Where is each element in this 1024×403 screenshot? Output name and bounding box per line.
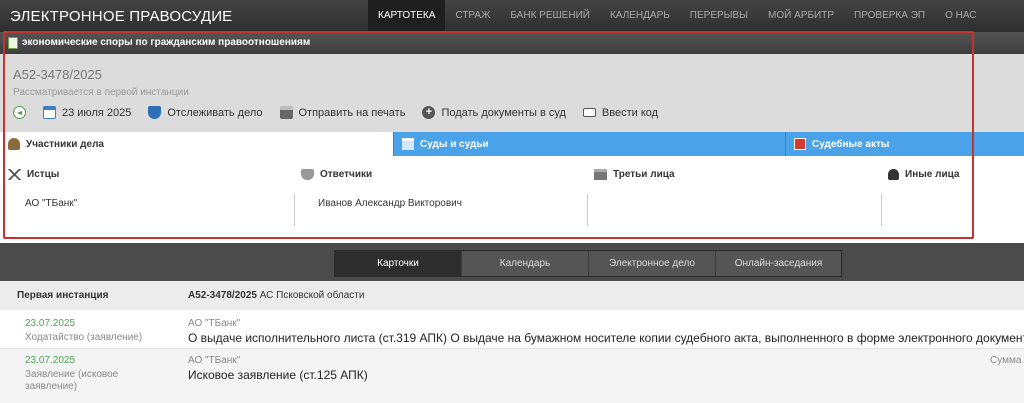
- printer-icon: [279, 106, 293, 119]
- third-parties-label: Третьи лица: [613, 169, 675, 180]
- date-button[interactable]: 23 июля 2025: [43, 106, 131, 119]
- shield-icon: [148, 106, 162, 119]
- submit-documents-button[interactable]: + Подать документы в суд: [422, 106, 566, 119]
- nav-item-about[interactable]: О НАС: [935, 0, 986, 32]
- case-header: А52-3478/2025 Рассматривается в первой и…: [0, 54, 1024, 132]
- pdf-icon: [794, 138, 806, 150]
- defendants-column: Ответчики Иванов Александр Викторович: [296, 156, 588, 241]
- instance-case: А52-3478/2025 АС Псковской области: [188, 290, 364, 301]
- defendant-name[interactable]: Иванов Александр Викторович: [318, 198, 462, 209]
- tab-participants-label: Участники дела: [26, 138, 104, 150]
- person-icon: [8, 138, 20, 150]
- plus-circle-icon: +: [422, 106, 436, 119]
- nav-item-moy-arbitr[interactable]: МОЙ АРБИТР: [758, 0, 844, 32]
- tab-courts-judges[interactable]: Суды и судьи: [393, 132, 785, 156]
- parties-panel: Истцы АО "ТБанк" Ответчики Иванов Алекса…: [0, 156, 1024, 241]
- defendants-header: Ответчики: [301, 169, 372, 180]
- instance-court: АС Псковской области: [259, 290, 365, 301]
- case-tabs: Участники дела Суды и судьи Судебные акт…: [0, 132, 1024, 156]
- plaintiffs-column: Истцы АО "ТБанк": [0, 156, 296, 241]
- courthouse-icon: [402, 138, 414, 150]
- keyboard-icon: [582, 108, 596, 117]
- event-row[interactable]: 23.07.2025 Заявление (исковое заявление)…: [0, 349, 1024, 403]
- nav-item-bank-resheniy[interactable]: БАНК РЕШЕНИЙ: [500, 0, 600, 32]
- case-toolbar: 23 июля 2025 Отслеживать дело Отправить …: [13, 106, 675, 119]
- event-type: Ходатайство (заявление): [25, 332, 143, 343]
- view-switch-tabs: Карточки Календарь Электронное дело Онла…: [334, 250, 842, 277]
- nav-item-pereryvy[interactable]: ПЕРЕРЫВЫ: [680, 0, 758, 32]
- building-icon: [594, 169, 607, 180]
- plaintiffs-header: Истцы: [8, 169, 59, 180]
- track-case-label: Отслеживать дело: [167, 106, 263, 119]
- back-button[interactable]: [13, 106, 26, 119]
- instance-label: Первая инстанция: [17, 290, 109, 301]
- calendar-icon: [43, 106, 56, 119]
- other-parties-column: Иные лица: [882, 156, 1024, 241]
- top-navigation-bar: ЭЛЕКТРОННОЕ ПРАВОСУДИЕ КАРТОТЕКА СТРАЖ Б…: [0, 0, 1024, 32]
- event-type: Заявление (исковое заявление): [25, 369, 119, 392]
- tab-court-acts-label: Судебные акты: [812, 138, 890, 150]
- nav-item-strazh[interactable]: СТРАЖ: [445, 0, 500, 32]
- tab-online-sessions[interactable]: Онлайн-заседания: [716, 251, 841, 276]
- event-title[interactable]: Исковое заявление (ст.125 АПК): [188, 368, 368, 382]
- third-parties-header: Третьи лица: [594, 169, 675, 180]
- nav-item-proverka-ep[interactable]: ПРОВЕРКА ЭП: [844, 0, 935, 32]
- case-category-bar: экономические споры по гражданским право…: [0, 32, 1024, 54]
- event-party: АО "ТБанк": [188, 355, 241, 366]
- case-category: экономические споры по гражданским право…: [22, 37, 311, 48]
- nav-item-calendar[interactable]: КАЛЕНДАРЬ: [600, 0, 680, 32]
- plaintiffs-label: Истцы: [27, 169, 60, 180]
- other-parties-label: Иные лица: [905, 169, 960, 180]
- case-status: Рассматривается в первой инстанции: [13, 87, 189, 98]
- event-sum: Сумма и: [990, 355, 1024, 366]
- plaintiff-name[interactable]: АО "ТБанк": [25, 198, 77, 209]
- event-date: 23.07.2025: [25, 355, 76, 366]
- event-row[interactable]: 23.07.2025 Ходатайство (заявление) АО "Т…: [0, 312, 1024, 349]
- third-parties-column: Третьи лица: [588, 156, 882, 241]
- tab-cards[interactable]: Карточки: [335, 251, 462, 276]
- enter-code-label: Ввести код: [601, 106, 659, 119]
- main-nav: КАРТОТЕКА СТРАЖ БАНК РЕШЕНИЙ КАЛЕНДАРЬ П…: [368, 0, 987, 32]
- view-switch-bar: Карточки Календарь Электронное дело Онла…: [0, 243, 1024, 281]
- case-number: А52-3478/2025: [13, 67, 102, 82]
- back-arrow-icon: [13, 106, 26, 119]
- case-cards-section: Карточки Календарь Электронное дело Онла…: [0, 241, 1024, 403]
- enter-code-button[interactable]: Ввести код: [582, 106, 659, 119]
- tab-court-acts[interactable]: Судебные акты: [785, 132, 1024, 156]
- document-icon: [8, 37, 18, 49]
- date-label: 23 июля 2025: [62, 106, 132, 119]
- nav-item-kartoteka[interactable]: КАРТОТЕКА: [368, 0, 446, 32]
- tab-participants[interactable]: Участники дела: [0, 132, 393, 156]
- print-button[interactable]: Отправить на печать: [279, 106, 406, 119]
- print-label: Отправить на печать: [298, 106, 406, 119]
- instance-case-number: А52-3478/2025: [188, 290, 257, 301]
- tab-courts-judges-label: Суды и судьи: [420, 138, 489, 150]
- track-case-button[interactable]: Отслеживать дело: [148, 106, 263, 119]
- column-divider: [294, 194, 295, 226]
- tab-calendar[interactable]: Календарь: [462, 251, 589, 276]
- tab-electronic-case[interactable]: Электронное дело: [589, 251, 716, 276]
- instance-row[interactable]: Первая инстанция А52-3478/2025 АС Псковс…: [0, 281, 1024, 310]
- event-title[interactable]: О выдаче исполнительного листа (ст.319 А…: [188, 331, 1024, 345]
- defendants-label: Ответчики: [320, 169, 373, 180]
- submit-documents-label: Подать документы в суд: [441, 106, 566, 119]
- event-date: 23.07.2025: [25, 318, 76, 329]
- other-parties-header: Иные лица: [888, 169, 959, 180]
- crossed-swords-icon: [8, 169, 21, 180]
- site-brand[interactable]: ЭЛЕКТРОННОЕ ПРАВОСУДИЕ: [10, 8, 232, 25]
- event-party: АО "ТБанк": [188, 318, 241, 329]
- shield-icon: [301, 169, 314, 180]
- person-icon: [888, 169, 899, 180]
